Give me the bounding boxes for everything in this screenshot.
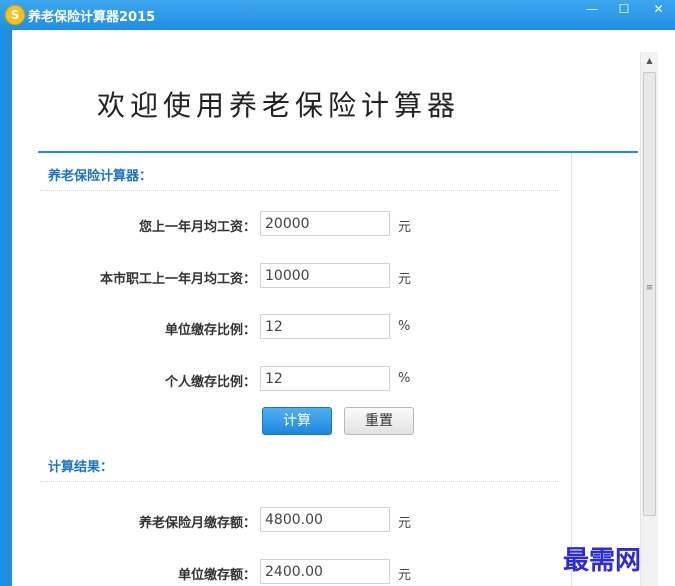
scroll-thumb[interactable]: ≡	[643, 72, 656, 516]
pension-monthly-unit: 元	[398, 516, 412, 531]
window-left-border	[0, 30, 12, 586]
maximize-button[interactable]: ☐	[610, 0, 638, 20]
scroll-up-icon[interactable]: ▲	[641, 56, 658, 68]
scroll-grip-icon: ≡	[645, 283, 654, 293]
content-border	[571, 153, 572, 586]
app-logo-icon: S	[5, 5, 25, 25]
city-avg-salary-input[interactable]: 10000	[260, 263, 390, 288]
header-divider	[38, 151, 638, 153]
employer-rate-unit: %	[398, 319, 411, 334]
employer-rate-input[interactable]: 12	[260, 314, 390, 339]
calculator-section-title: 养老保险计算器：	[48, 169, 153, 184]
title-bar[interactable]: S 养老保险计算器2015 — ☐ ✕	[0, 0, 675, 30]
welcome-heading: 欢迎使用养老保险计算器	[97, 89, 461, 122]
employer-amount-label: 单位缴存额：	[177, 568, 256, 583]
calculate-button[interactable]: 计算	[262, 407, 332, 435]
personal-rate-unit: %	[398, 371, 411, 386]
monthly-salary-label: 您上一年月均工资：	[138, 220, 256, 235]
close-button[interactable]: ✕	[642, 0, 675, 20]
city-avg-salary-label: 本市职工上一年月均工资：	[99, 272, 256, 287]
personal-rate-input[interactable]: 12	[260, 366, 390, 391]
window-title: 养老保险计算器2015	[28, 10, 156, 25]
monthly-salary-input[interactable]: 20000	[260, 211, 390, 236]
reset-button[interactable]: 重置	[344, 407, 414, 435]
results-section-title: 计算结果：	[48, 460, 114, 475]
employer-amount-unit: 元	[398, 568, 412, 583]
section-divider	[40, 481, 560, 482]
vertical-scrollbar[interactable]: ▲ ≡	[640, 52, 658, 586]
pension-monthly-value[interactable]: 4800.00	[260, 507, 390, 532]
monthly-salary-unit: 元	[398, 220, 412, 235]
employer-amount-value[interactable]: 2400.00	[260, 559, 390, 584]
personal-rate-label: 个人缴存比例：	[164, 375, 256, 390]
pension-monthly-label: 养老保险月缴存额：	[138, 516, 256, 531]
city-avg-salary-unit: 元	[398, 272, 412, 287]
minimize-button[interactable]: —	[578, 0, 606, 20]
section-divider	[40, 190, 560, 191]
watermark-text: 最需网	[563, 546, 642, 576]
employer-rate-label: 单位缴存比例：	[164, 323, 256, 338]
